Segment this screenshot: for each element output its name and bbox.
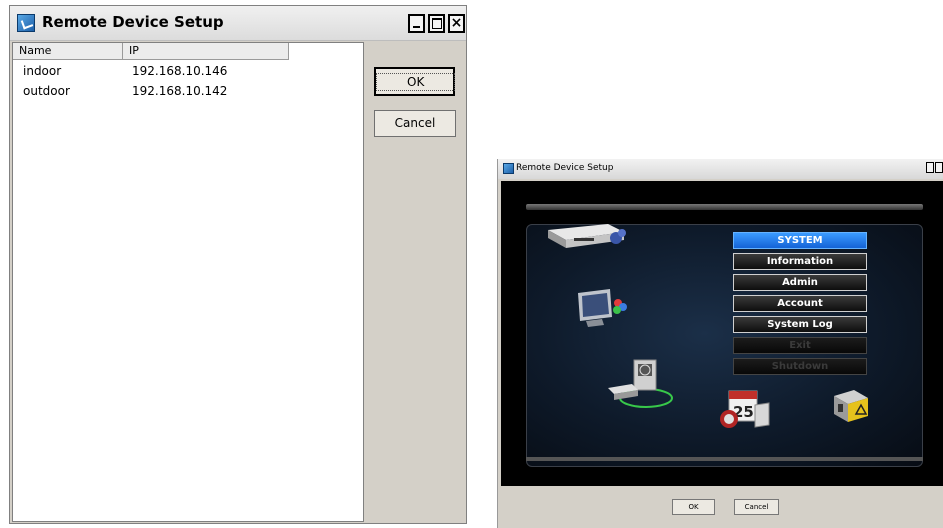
remote-device-setup-window-dvr: Remote Device Setup 25 SYSTEM Informatio… xyxy=(497,159,943,528)
list-header: Name IP xyxy=(13,43,363,60)
dvr-screen: 25 SYSTEM Information Admin Account Syst… xyxy=(501,181,943,486)
network-settings-icon[interactable] xyxy=(604,356,674,411)
menu-account[interactable]: Account xyxy=(733,295,867,312)
list-item[interactable]: outdoor 192.168.10.142 xyxy=(13,83,363,99)
minimize-button[interactable] xyxy=(926,162,934,173)
minimize-button[interactable] xyxy=(408,14,425,33)
column-header-name[interactable]: Name xyxy=(13,43,123,60)
device-name: indoor xyxy=(23,64,62,78)
menu-exit: Exit xyxy=(733,337,867,354)
footer-bar xyxy=(526,457,923,461)
app-icon xyxy=(17,14,35,32)
menu-admin[interactable]: Admin xyxy=(733,274,867,291)
menu-system[interactable]: SYSTEM xyxy=(733,232,867,249)
calendar-schedule-icon[interactable]: 25 xyxy=(719,385,771,431)
title-bar[interactable]: Remote Device Setup xyxy=(10,6,466,41)
title-bar[interactable]: Remote Device Setup xyxy=(498,159,943,179)
window-title: Remote Device Setup xyxy=(42,13,224,31)
menu-shutdown: Shutdown xyxy=(733,358,867,375)
device-list[interactable]: Name IP indoor 192.168.10.146 outdoor 19… xyxy=(12,42,364,522)
window-title: Remote Device Setup xyxy=(516,163,614,173)
ok-button[interactable]: OK xyxy=(374,67,456,96)
column-header-ip[interactable]: IP xyxy=(123,43,289,60)
close-button[interactable] xyxy=(448,14,465,33)
maximize-button[interactable] xyxy=(428,14,445,33)
maximize-button[interactable] xyxy=(935,162,943,173)
cancel-button[interactable]: Cancel xyxy=(374,110,456,137)
remote-device-setup-window: Remote Device Setup Name IP indoor 192.1… xyxy=(9,5,467,524)
cancel-button[interactable]: Cancel xyxy=(734,499,779,515)
device-ip: 192.168.10.142 xyxy=(132,84,228,98)
ok-button[interactable]: OK xyxy=(672,499,715,515)
header-bar xyxy=(526,204,923,210)
app-icon xyxy=(503,163,514,174)
list-item[interactable]: indoor 192.168.10.146 xyxy=(13,63,363,79)
menu-information[interactable]: Information xyxy=(733,253,867,270)
exit-door-icon[interactable] xyxy=(828,386,870,424)
device-ip: 192.168.10.146 xyxy=(132,64,228,78)
ok-button-label: OK xyxy=(376,73,456,91)
display-settings-icon[interactable] xyxy=(576,287,631,327)
menu-system-log[interactable]: System Log xyxy=(733,316,867,333)
dvr-recorder-icon[interactable] xyxy=(546,218,631,251)
device-name: outdoor xyxy=(23,84,70,98)
